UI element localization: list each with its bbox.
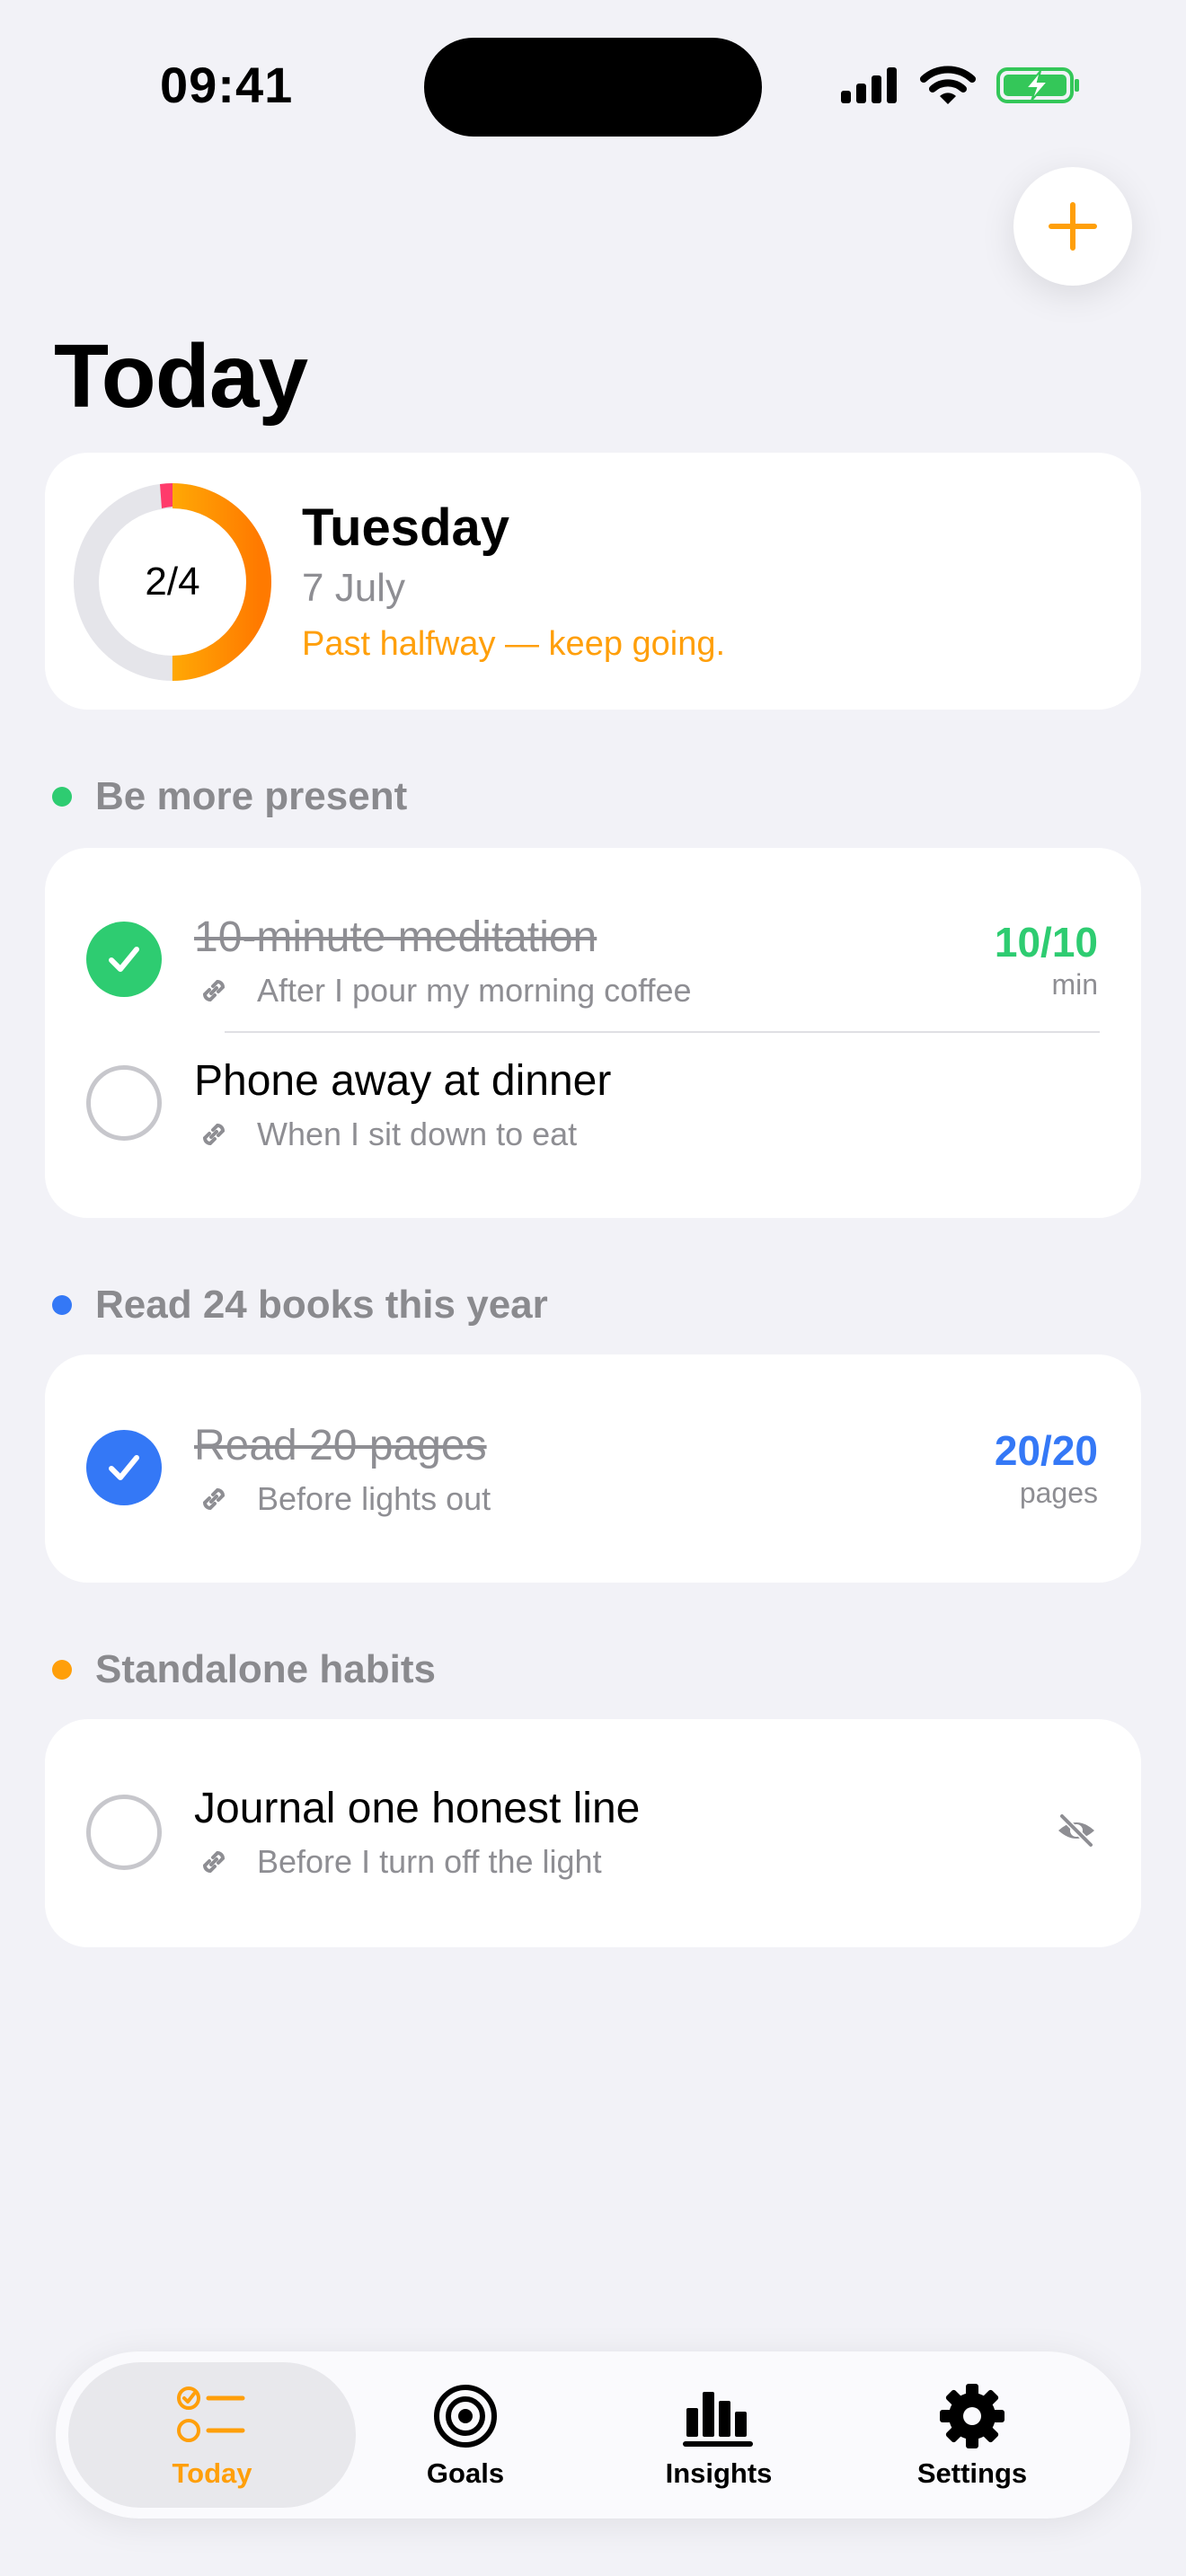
- dynamic-island: [424, 38, 762, 137]
- link-icon: [202, 1487, 226, 1511]
- tab-label: Goals: [426, 2457, 505, 2489]
- row-divider: [225, 1031, 1100, 1033]
- habit-name[interactable]: Read 20 pages: [194, 1421, 487, 1470]
- section-title: Be more present: [95, 774, 408, 818]
- eye-slash-icon: [1058, 1813, 1094, 1848]
- summary-date: 7 July: [302, 566, 405, 610]
- checkmark-icon: [109, 947, 139, 972]
- target-icon: [434, 2385, 497, 2448]
- habit-cue-text: Before I turn off the light: [257, 1843, 602, 1880]
- habit-cue-text: After I pour my morning coffee: [257, 972, 692, 1009]
- habit-progress: 20/20 pages: [995, 1426, 1098, 1510]
- link-icon: [202, 1123, 226, 1146]
- section-header: Read 24 books this year: [52, 1283, 548, 1328]
- habit-progress-value: 10/10: [994, 919, 1098, 966]
- habit-progress-unit: pages: [1019, 1477, 1098, 1509]
- habit-checkbox-checked[interactable]: [86, 1430, 162, 1505]
- checkmark-icon: [109, 1455, 139, 1480]
- standalone-card: [45, 1719, 1141, 1947]
- plus-icon: [1049, 202, 1097, 251]
- tab-goals[interactable]: Goals: [358, 2380, 573, 2497]
- tab-today[interactable]: Today: [104, 2380, 320, 2497]
- cellular-signal-icon: [841, 67, 897, 103]
- section-title: Standalone habits: [95, 1647, 436, 1691]
- wifi-icon: [920, 66, 976, 104]
- section-color-dot: [52, 1660, 72, 1680]
- habit-cue: Before I turn off the light: [196, 1843, 602, 1881]
- section-title: Read 24 books this year: [95, 1283, 548, 1327]
- habit-progress-unit: min: [1051, 968, 1098, 1001]
- status-icons: [839, 63, 1082, 108]
- habit-cue: Before lights out: [196, 1480, 491, 1518]
- habit-checkbox-checked[interactable]: [86, 922, 162, 997]
- section-color-dot: [52, 787, 72, 807]
- tab-label: Insights: [665, 2457, 773, 2489]
- link-icon: [202, 979, 226, 1002]
- habit-name[interactable]: Phone away at dinner: [194, 1056, 611, 1106]
- tab-insights[interactable]: Insights: [611, 2380, 827, 2497]
- tab-settings[interactable]: Settings: [864, 2380, 1080, 2497]
- habit-checkbox-unchecked[interactable]: [86, 1065, 162, 1141]
- link-icon: [202, 1850, 226, 1874]
- progress-count: 2/4: [145, 560, 200, 604]
- page-title: Today: [54, 326, 308, 427]
- habit-cue: When I sit down to eat: [196, 1116, 577, 1153]
- habit-name[interactable]: 10-minute meditation: [194, 913, 597, 962]
- tab-label: Settings: [916, 2457, 1028, 2489]
- section-color-dot: [52, 1295, 72, 1315]
- habit-cue: After I pour my morning coffee: [196, 972, 692, 1010]
- add-habit-button[interactable]: [1013, 167, 1132, 286]
- summary-message: Past halfway — keep going.: [302, 625, 726, 663]
- habit-cue-text: Before lights out: [257, 1480, 491, 1517]
- goal-card: [45, 848, 1141, 1218]
- habit-name[interactable]: Journal one honest line: [194, 1784, 640, 1833]
- section-header: Be more present: [52, 774, 407, 819]
- habit-progress: 10/10 min: [995, 918, 1098, 1001]
- section-header: Standalone habits: [52, 1647, 436, 1692]
- gear-icon: [940, 2384, 1005, 2448]
- hidden-toggle[interactable]: [1055, 1813, 1098, 1853]
- tab-label: Today: [172, 2457, 252, 2489]
- today-list-icon: [177, 2386, 245, 2442]
- habit-checkbox-unchecked[interactable]: [86, 1795, 162, 1870]
- bar-chart-icon: [683, 2392, 753, 2447]
- summary-day: Tuesday: [302, 498, 510, 557]
- habit-cue-text: When I sit down to eat: [257, 1116, 578, 1152]
- battery-charging-icon: [996, 67, 1079, 103]
- habit-progress-value: 20/20: [994, 1427, 1098, 1474]
- status-time: 09:41: [160, 57, 294, 113]
